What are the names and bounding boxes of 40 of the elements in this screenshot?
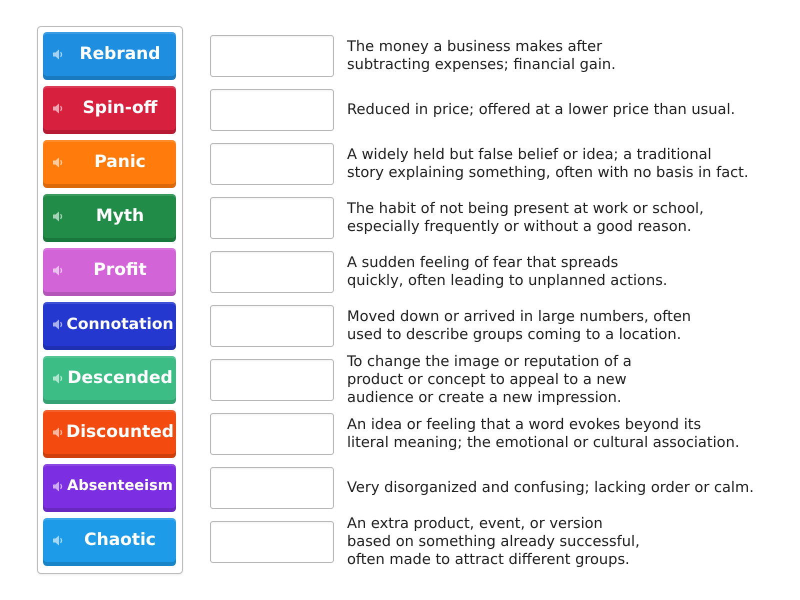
word-tile[interactable]: Descended (43, 356, 176, 404)
answer-box[interactable] (210, 521, 334, 563)
answer-box[interactable] (210, 305, 334, 347)
word-tile[interactable]: Chaotic (43, 518, 176, 566)
definition-text: Reduced in price; offered at a lower price than usual. (347, 101, 736, 119)
answer-box[interactable] (210, 251, 334, 293)
definition-text: Moved down or arrived in large numbers, often used to describe groups coming to a location. (347, 308, 692, 344)
word-tile[interactable]: Spin-off (43, 86, 176, 134)
definition-text: Very disorganized and confusing; lacking order or calm. (347, 479, 754, 497)
answer-box[interactable] (210, 35, 334, 77)
answer-box[interactable] (210, 89, 334, 131)
speaker-icon[interactable] (53, 481, 63, 492)
word-tile[interactable]: Absenteeism (43, 464, 176, 512)
word-tile[interactable]: Discounted (43, 410, 176, 458)
answer-box[interactable] (210, 143, 334, 185)
speaker-icon[interactable] (53, 427, 63, 438)
definition-text: The money a business makes after subtracting expenses; financial gain. (347, 38, 616, 74)
answer-box[interactable] (210, 467, 334, 509)
definition-text: A sudden feeling of fear that spreads quickly, often leading to unplanned actions. (347, 254, 668, 290)
speaker-icon[interactable] (53, 373, 63, 384)
word-tile[interactable]: Rebrand (43, 32, 176, 80)
definition-text: To change the image or reputation of a product or concept to appeal to a new audience or create a new impression. (347, 353, 632, 407)
speaker-icon[interactable] (53, 103, 63, 114)
speaker-icon[interactable] (53, 265, 63, 276)
speaker-icon[interactable] (53, 535, 63, 546)
answer-box[interactable] (210, 413, 334, 455)
speaker-icon[interactable] (53, 49, 63, 60)
speaker-icon[interactable] (53, 319, 63, 330)
definition-text: An idea or feeling that a word evokes beyond its literal meaning; the emotional or cultural association. (347, 416, 740, 452)
definition-text: A widely held but false belief or idea; a traditional story explaining something, often with no basis in fact. (347, 146, 749, 182)
answer-box[interactable] (210, 359, 334, 401)
answer-box[interactable] (210, 197, 334, 239)
speaker-icon[interactable] (53, 157, 63, 168)
word-tile[interactable]: Panic (43, 140, 176, 188)
definition-text: The habit of not being present at work or school, especially frequently or without a good reason. (347, 200, 704, 236)
word-tile[interactable]: Profit (43, 248, 176, 296)
word-tile[interactable]: Connotation (43, 302, 176, 350)
definition-text: An extra product, event, or version based on something already successful, often made to attract different groups. (347, 515, 640, 569)
speaker-icon[interactable] (53, 211, 63, 222)
word-tile[interactable]: Myth (43, 194, 176, 242)
